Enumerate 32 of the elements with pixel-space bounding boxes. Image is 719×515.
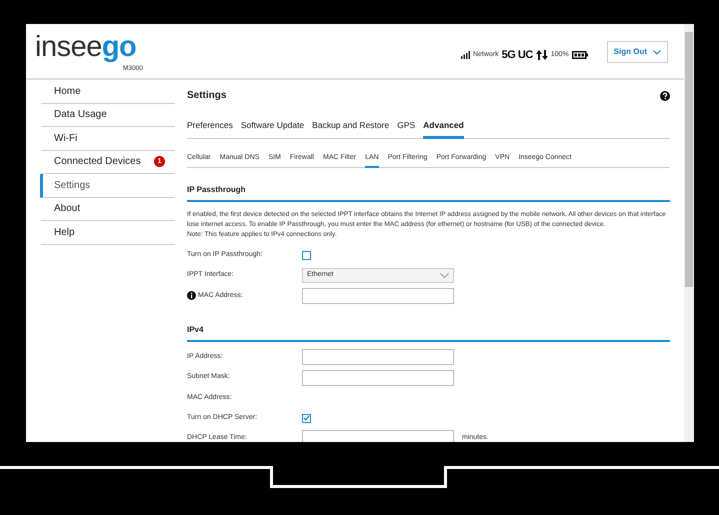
- section-heading: IP Passthrough: [187, 184, 670, 202]
- sidebar-item[interactable]: Settings: [40, 174, 175, 198]
- checkbox[interactable]: [302, 414, 311, 423]
- settings-tab[interactable]: Advanced: [423, 117, 464, 139]
- input-field[interactable]: [302, 430, 454, 442]
- page-title: Settings: [187, 89, 226, 103]
- chevron-down-icon: [440, 273, 449, 278]
- checkbox[interactable]: [302, 250, 311, 260]
- scrollbar[interactable]: [684, 24, 694, 442]
- network-type: 5G UC: [502, 48, 533, 63]
- caret-icon: [653, 50, 661, 55]
- sign-out-button[interactable]: Sign Out: [606, 41, 668, 64]
- sidebar-item[interactable]: Wi-Fi: [40, 127, 175, 150]
- input-field[interactable]: [302, 288, 454, 304]
- sidebar-item[interactable]: About: [40, 198, 175, 221]
- sidebar-item[interactable]: Home: [40, 80, 175, 104]
- settings-tab[interactable]: Backup and Restore: [312, 117, 390, 139]
- battery-icon: [572, 51, 588, 60]
- scrollbar-thumb[interactable]: [685, 32, 693, 287]
- section-heading: IPv4: [187, 324, 670, 342]
- info-icon[interactable]: [187, 291, 196, 300]
- data-arrows-icon: [536, 50, 548, 60]
- input-field[interactable]: [302, 349, 454, 366]
- settings-tab[interactable]: Software Update: [240, 117, 304, 139]
- help-icon[interactable]: [660, 90, 670, 100]
- sidebar-item[interactable]: Help: [40, 221, 175, 244]
- signal-icon: [460, 51, 470, 60]
- settings-tab[interactable]: Preferences: [187, 117, 233, 139]
- input-field[interactable]: [302, 370, 454, 386]
- settings-tab[interactable]: GPS: [397, 117, 416, 139]
- logo: inseego: [35, 32, 138, 62]
- sidebar-item[interactable]: Data Usage: [40, 104, 175, 127]
